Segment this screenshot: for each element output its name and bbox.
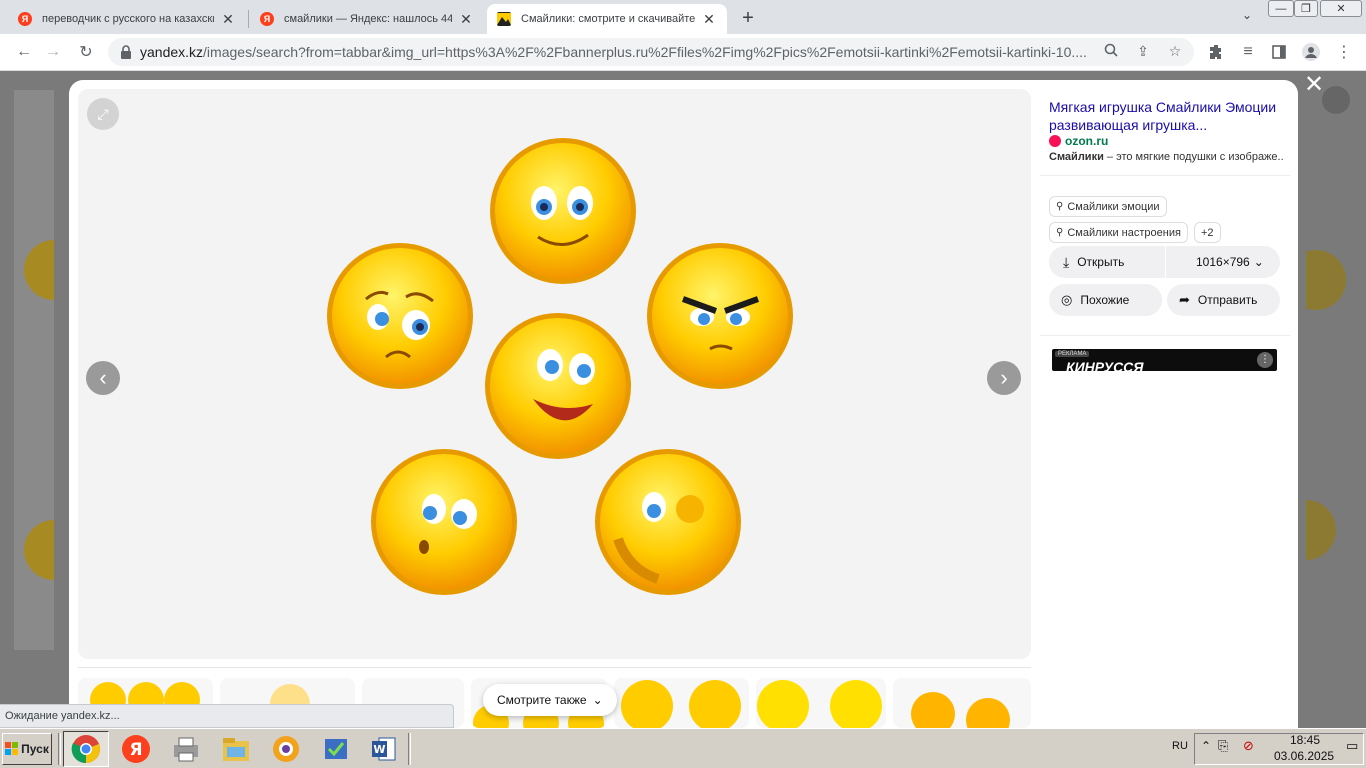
emoji-collage-image — [327, 138, 793, 595]
media-queue-icon[interactable]: ≡ — [1236, 40, 1260, 64]
new-tab-icon[interactable]: + — [737, 8, 759, 30]
lock-icon — [121, 45, 131, 59]
ad-menu-icon[interactable]: ⋮ — [1257, 352, 1273, 368]
side-panel-icon[interactable] — [1267, 40, 1291, 64]
forward-arrow-icon[interactable]: → — [41, 40, 65, 64]
next-image-button[interactable]: › — [987, 361, 1021, 395]
extensions-icon[interactable] — [1204, 40, 1228, 64]
similar-images-button[interactable]: ◎ Похожие — [1049, 284, 1162, 316]
product-title-link[interactable]: Мягкая игрушка Смайлики Эмоции развивающ… — [1049, 98, 1279, 134]
network-disconnected-icon[interactable]: ⊘ — [1243, 738, 1254, 754]
product-snippet: Смайлики – это мягкие подушки с изображе… — [1049, 151, 1284, 163]
windows-logo-icon — [5, 742, 19, 755]
tab-strip: Я переводчик с русского на казахский ✕ Я… — [0, 0, 1366, 34]
yandex-browser-taskbar-icon[interactable]: Я — [113, 731, 159, 767]
ad-text: КИНРУССЯ — [1066, 359, 1144, 371]
product-card: Мягкая игрушка Смайлики Эмоции развивающ… — [1040, 89, 1290, 327]
source-link[interactable]: ozon.ru — [1049, 134, 1108, 148]
share-page-icon[interactable]: ⇪ — [1134, 43, 1152, 61]
yandex-icon: Я — [18, 12, 32, 26]
start-button[interactable]: Пуск — [2, 733, 52, 765]
bookmark-star-icon[interactable]: ☆ — [1166, 43, 1184, 61]
see-also-button[interactable]: Смотрите также ⌄ — [483, 684, 617, 716]
emoji-angry-right — [647, 243, 793, 389]
minimize-window-icon[interactable]: — — [1268, 0, 1294, 17]
tab-images-active[interactable]: Смайлики: смотрите и скачивайте ✕ — [487, 4, 727, 34]
svg-text:W: W — [373, 743, 385, 756]
chevron-down-icon: ⌄ — [592, 693, 603, 707]
zoom-search-icon[interactable] — [1102, 43, 1120, 61]
language-indicator[interactable]: RU — [1172, 740, 1188, 752]
chip-smiley-moods[interactable]: ⚲ Смайлики настроения — [1049, 222, 1188, 243]
tab-translator[interactable]: Я переводчик с русского на казахский ✕ — [8, 4, 246, 34]
show-desktop-icon[interactable]: ▭ — [1346, 738, 1358, 754]
windows-taskbar: Пуск Я W RU ⌃ ⎘ ⊘ 18:45 03.06.2025 ▭ — [0, 728, 1366, 768]
chip-smiley-emotions[interactable]: ⚲ Смайлики эмоции — [1049, 196, 1167, 217]
ad-label: РЕКЛАМА — [1055, 351, 1090, 357]
checklist-taskbar-icon[interactable] — [313, 731, 359, 767]
image-viewer-modal: ⤢ ‹ › Мягкая игрушка Смайлики Эмоции раз… — [69, 80, 1298, 728]
close-tab-icon[interactable]: ✕ — [458, 11, 474, 28]
emoji-sad-left — [327, 243, 473, 389]
emoji-embarrassed-bottom-right — [595, 449, 741, 595]
background-results-right — [1276, 160, 1346, 610]
menu-kebab-icon[interactable]: ⋮ — [1332, 40, 1356, 64]
share-arrow-icon: ➦ — [1179, 292, 1190, 307]
word-taskbar-icon[interactable]: W — [361, 731, 407, 767]
address-bar[interactable]: yandex.kz/images/search?from=tabbar&img_… — [108, 38, 1194, 66]
opera-taskbar-icon[interactable] — [263, 731, 309, 767]
thumbnail[interactable] — [614, 678, 749, 728]
chip-more[interactable]: +2 — [1194, 222, 1221, 243]
profile-avatar-icon[interactable] — [1299, 40, 1323, 64]
image-info-panel: Мягкая игрушка Смайлики Эмоции развивающ… — [1040, 89, 1298, 728]
close-viewer-icon[interactable]: ✕ — [1303, 73, 1325, 97]
clipboard-tray-icon[interactable]: ⎘ — [1218, 738, 1228, 754]
tab-title: переводчик с русского на казахский — [42, 13, 214, 25]
tab-title: смайлики — Яндекс: нашлось 44 тыс. — [284, 13, 452, 25]
close-window-icon[interactable]: ✕ — [1320, 0, 1362, 17]
emoji-laughing-center — [485, 313, 631, 459]
yandex-images-icon — [497, 12, 511, 26]
thumbnail[interactable] — [893, 678, 1031, 728]
lens-icon: ◎ — [1061, 292, 1073, 307]
tab-title: Смайлики: смотрите и скачивайте — [521, 13, 695, 25]
clock-date[interactable]: 03.06.2025 — [1274, 749, 1334, 763]
tab-search-chevron-icon[interactable]: ⌄ — [1238, 8, 1256, 26]
thumbnail[interactable] — [756, 678, 886, 728]
image-stage: ⤢ ‹ › — [78, 89, 1031, 659]
url-text: yandex.kz/images/search?from=tabbar&img_… — [140, 44, 1087, 60]
advertisement-banner[interactable]: РЕКЛАМА КИНРУССЯ ⋮ — [1052, 349, 1277, 371]
emoji-happy-top — [490, 138, 636, 284]
back-arrow-icon[interactable]: ← — [12, 40, 36, 64]
tab-yandex-search[interactable]: Я смайлики — Яндекс: нашлось 44 тыс. ✕ — [250, 4, 484, 34]
download-icon: ⤓ — [1063, 253, 1070, 270]
open-image-button[interactable]: ⤓ Открыть — [1049, 246, 1165, 278]
chevron-down-icon: ⌄ — [1253, 255, 1264, 269]
yandex-icon: Я — [260, 12, 274, 26]
ozon-logo-icon — [1049, 135, 1061, 147]
browser-toolbar: ← → ↻ yandex.kz/images/search?from=tabba… — [0, 34, 1366, 71]
background-results-left — [14, 90, 84, 650]
previous-image-button[interactable]: ‹ — [86, 361, 120, 395]
reload-icon[interactable]: ↻ — [74, 40, 98, 64]
close-tab-icon[interactable]: ✕ — [220, 11, 236, 28]
expand-fullscreen-icon[interactable]: ⤢ — [87, 98, 119, 130]
search-icon: ⚲ — [1056, 227, 1064, 238]
loading-status: Ожидание yandex.kz... — [0, 704, 454, 728]
close-tab-icon[interactable]: ✕ — [701, 11, 717, 28]
chrome-taskbar-icon[interactable] — [63, 731, 109, 767]
search-icon: ⚲ — [1056, 201, 1064, 212]
file-manager-taskbar-icon[interactable] — [213, 731, 259, 767]
share-button[interactable]: ➦ Отправить — [1167, 284, 1280, 316]
size-select-button[interactable]: 1016×796 ⌄ — [1166, 246, 1280, 278]
maximize-window-icon[interactable]: ❐ — [1294, 0, 1318, 17]
clock-time[interactable]: 18:45 — [1290, 733, 1320, 747]
tray-expand-icon[interactable]: ⌃ — [1201, 739, 1211, 753]
printer-taskbar-icon[interactable] — [163, 731, 209, 767]
svg-text:Я: Я — [129, 740, 142, 760]
emoji-surprised-bottom-left — [371, 449, 517, 595]
user-avatar[interactable] — [1322, 86, 1350, 114]
